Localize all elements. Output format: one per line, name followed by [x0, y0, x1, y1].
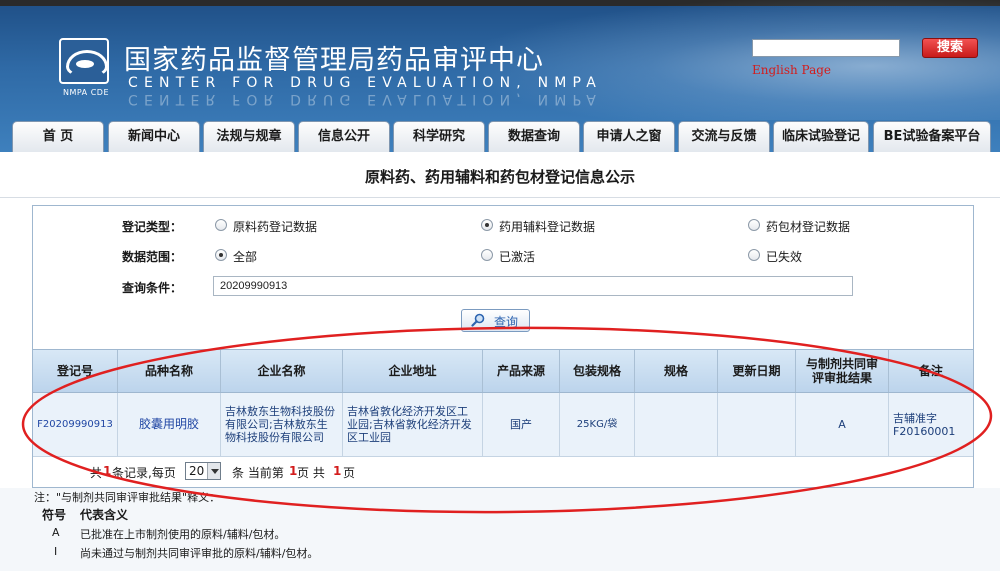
nav-tab-regulations[interactable]: 法规与规章 — [203, 121, 295, 152]
site-search-input[interactable] — [752, 39, 900, 57]
nav-tab-applicant[interactable]: 申请人之窗 — [583, 121, 675, 152]
cell-update-date — [718, 393, 796, 456]
radio-scope-expired[interactable] — [748, 249, 760, 261]
pager-prefix: 共 — [90, 466, 103, 480]
pager-suffix: 页 — [343, 466, 356, 480]
magnifier-icon — [471, 313, 485, 327]
col-header-spec: 规格 — [635, 350, 718, 392]
search-button[interactable]: 搜索 — [922, 38, 978, 58]
cell-spec — [635, 393, 718, 456]
cell-address: 吉林省敦化经济开发区工业园;吉林省敦化经济开发区工业园 — [343, 393, 483, 456]
radio-label-packaging-data: 药包材登记数据 — [766, 220, 851, 234]
table-row[interactable]: F20209990913 胶囊用明胶 吉林敖东生物科技股份有限公司;吉林敖东生物… — [33, 393, 973, 457]
cell-package: 25KG/袋 — [560, 393, 635, 456]
site-title-reflection: CENTER FOR DRUG EVALUATION, NMPA — [128, 93, 603, 107]
cell-remark: 吉辅准字F20160001 — [893, 411, 956, 438]
pager-of-pages: 页 共 — [297, 466, 325, 480]
logo-emblem-icon — [59, 38, 109, 84]
query-button[interactable]: 查询 — [461, 309, 530, 332]
nav-tab-news[interactable]: 新闻中心 — [108, 121, 200, 152]
cell-source: 国产 — [483, 393, 560, 456]
col-header-company: 企业名称 — [221, 350, 343, 392]
pager-after-select: 条 当前第 — [232, 466, 284, 480]
note-meaning-i: 尚未通过与制剂共同审评审批的原料/辅料/包材。 — [80, 547, 319, 560]
main-nav: 首 页 新闻中心 法规与规章 信息公开 科学研究 数据查询 申请人之窗 交流与反… — [0, 121, 1000, 152]
page-size-value: 20 — [189, 464, 205, 478]
col-header-variety: 品种名称 — [118, 350, 221, 392]
radio-excipient-data[interactable] — [481, 219, 493, 231]
title-divider — [0, 197, 1000, 198]
nav-tab-research[interactable]: 科学研究 — [393, 121, 485, 152]
notes-section: 注："与制剂共同审评审批结果"释义： 符号 代表含义 A 已批准在上市制剂使用的… — [0, 488, 1000, 571]
note-symbol-a: A — [52, 526, 60, 539]
col-header-address: 企业地址 — [343, 350, 483, 392]
notes-col-symbol: 符号 — [42, 508, 67, 522]
page-size-select[interactable]: 20 — [185, 462, 221, 480]
nmpa-cde-logo[interactable]: NMPA CDE — [56, 38, 112, 100]
radio-label-excipient-data: 药用辅料登记数据 — [499, 220, 596, 234]
col-header-update-date: 更新日期 — [718, 350, 796, 392]
notes-title: 注："与制剂共同审评审批结果"释义： — [34, 491, 221, 504]
cell-company: 吉林敖东生物科技股份有限公司;吉林敖东生物科技股份有限公司 — [221, 393, 343, 456]
cell-variety[interactable]: 胶囊用明胶 — [118, 393, 221, 456]
pager-total: 1 — [103, 464, 112, 478]
nav-tab-clinical-trial[interactable]: 临床试验登记 — [773, 121, 869, 152]
notes-col-meaning: 代表含义 — [80, 508, 129, 522]
pager-pages: 1 — [333, 464, 342, 478]
site-title-cn: 国家药品监督管理局药品审评中心 — [124, 45, 544, 76]
col-header-review-result: 与制剂共同审评审批结果 — [796, 350, 889, 392]
query-input[interactable] — [213, 276, 853, 296]
radio-api-data[interactable] — [215, 219, 227, 231]
nav-tab-be-platform[interactable]: BE试验备案平台 — [873, 121, 991, 152]
radio-label-scope-all: 全部 — [233, 250, 258, 264]
nav-tab-disclosure[interactable]: 信息公开 — [298, 121, 390, 152]
note-symbol-i: I — [54, 545, 58, 558]
scope-label: 数据范围： — [122, 250, 183, 264]
reg-type-label: 登记类型： — [122, 220, 183, 234]
nav-tab-feedback[interactable]: 交流与反馈 — [678, 121, 770, 152]
cell-reg-no[interactable]: F20209990913 — [33, 393, 118, 456]
radio-label-scope-active: 已激活 — [499, 250, 536, 264]
radio-scope-all[interactable] — [215, 249, 227, 261]
col-header-package: 包装规格 — [560, 350, 635, 392]
col-header-remark: 备注 — [918, 364, 943, 378]
col-header-source: 产品来源 — [483, 350, 560, 392]
radio-label-scope-expired: 已失效 — [766, 250, 803, 264]
nav-tab-data-query[interactable]: 数据查询 — [488, 121, 580, 152]
col-header-reg-no: 登记号 — [33, 350, 118, 392]
site-title-en: CENTER FOR DRUG EVALUATION, NMPA — [128, 75, 603, 91]
page-title: 原料药、药用辅料和药包材登记信息公示 — [364, 168, 635, 186]
query-button-label: 查询 — [494, 315, 519, 329]
english-page-link[interactable]: English Page — [752, 63, 831, 77]
pager-mid: 条记录,每页 — [112, 466, 176, 480]
logo-text: NMPA CDE — [62, 88, 109, 97]
query-label: 查询条件： — [122, 281, 183, 295]
chevron-down-icon — [207, 463, 220, 479]
cell-review-result: A — [796, 393, 889, 456]
results-table-header: 登记号 品种名称 企业名称 企业地址 产品来源 包装规格 规格 更新日期 与制剂… — [33, 349, 973, 393]
radio-scope-active[interactable] — [481, 249, 493, 261]
note-meaning-a: 已批准在上市制剂使用的原料/辅料/包材。 — [80, 528, 286, 541]
radio-packaging-data[interactable] — [748, 219, 760, 231]
nav-tab-home[interactable]: 首 页 — [12, 121, 104, 152]
radio-label-api-data: 原料药登记数据 — [233, 220, 318, 234]
